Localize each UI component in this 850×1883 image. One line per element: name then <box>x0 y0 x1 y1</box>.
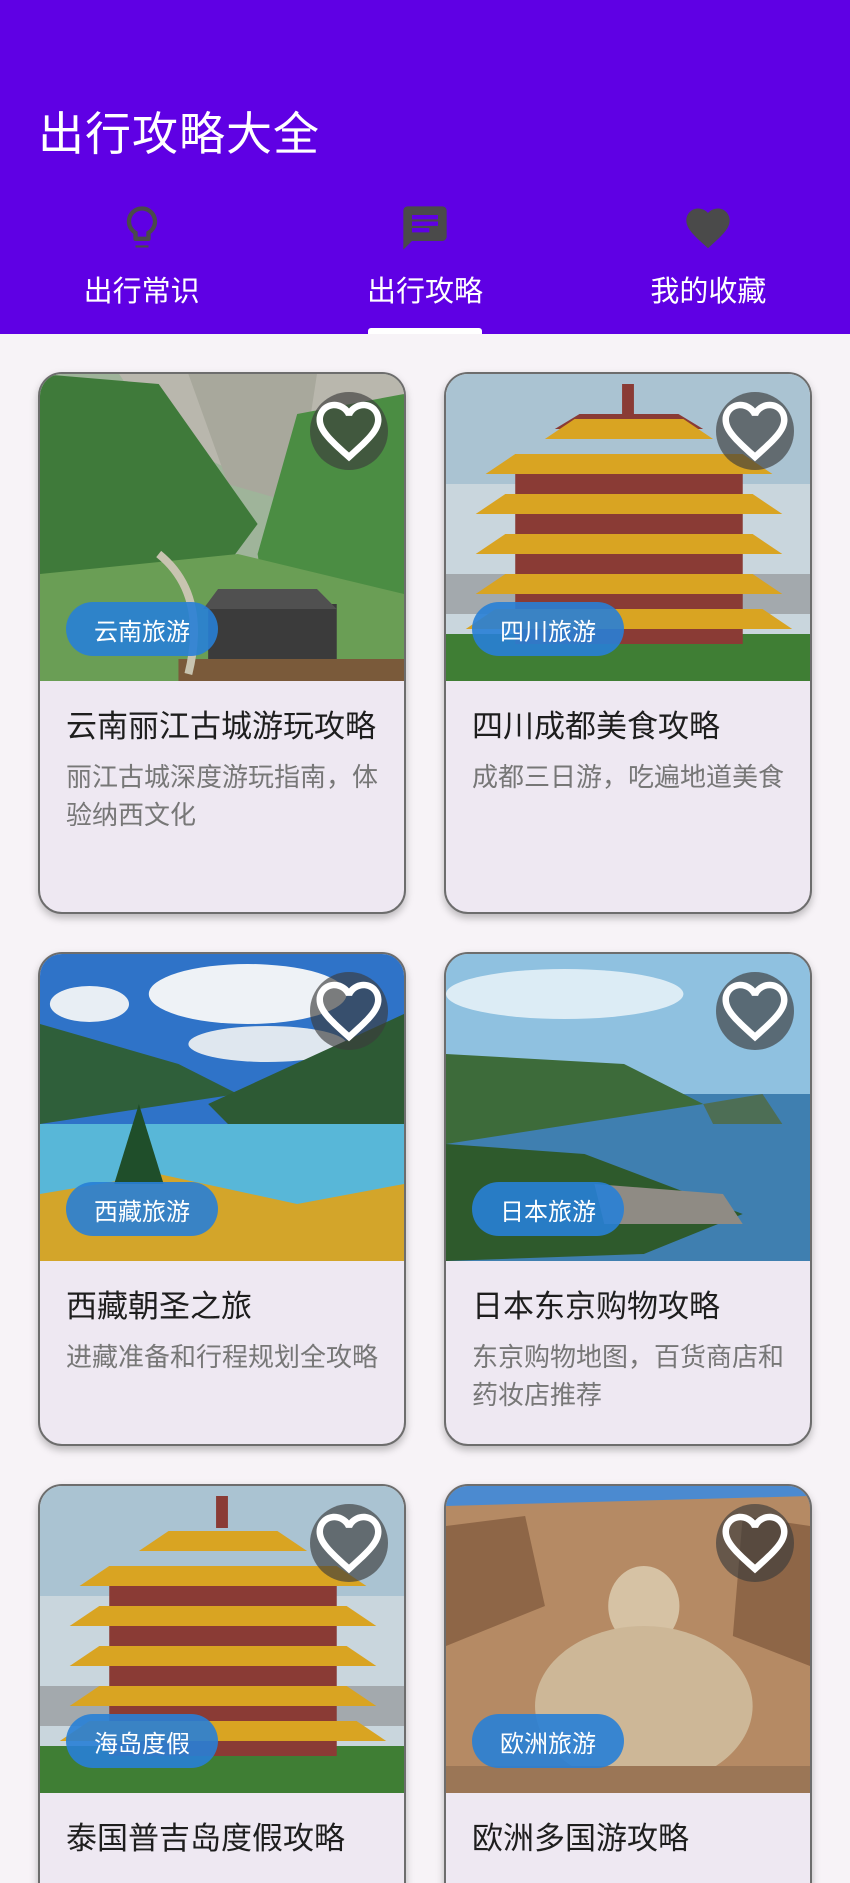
app-title: 出行攻略大全 <box>38 107 320 161</box>
category-chip: 欧洲旅游 <box>472 1714 624 1768</box>
tab-label: 出行攻略 <box>366 274 483 308</box>
favorite-button[interactable] <box>716 972 794 1050</box>
guide-image: 日本旅游 <box>446 954 810 1261</box>
guide-image: 海岛度假 <box>40 1486 404 1793</box>
guide-card[interactable]: 西藏旅游 西藏朝圣之旅 进藏准备和行程规划全攻略 <box>38 952 406 1446</box>
tab-my-favorites[interactable]: 我的收藏 <box>567 190 850 334</box>
tab-travel-tips[interactable]: 出行常识 <box>0 190 283 334</box>
guide-description: 丽江古城深度游玩指南，体验纳西文化 <box>66 763 379 831</box>
heart-outline-icon <box>722 1513 788 1574</box>
guide-card[interactable]: 海岛度假 泰国普吉岛度假攻略 <box>38 1484 406 1883</box>
tab-bar: 出行常识 出行攻略 我的收藏 <box>0 190 850 334</box>
tab-travel-guides[interactable]: 出行攻略 <box>283 190 566 334</box>
favorite-button[interactable] <box>716 1504 794 1582</box>
guide-card[interactable]: 云南旅游 云南丽江古城游玩攻略 丽江古城深度游玩指南，体验纳西文化 <box>38 372 406 914</box>
guide-title: 日本东京购物攻略 <box>472 1289 720 1325</box>
guide-title: 泰国普吉岛度假攻略 <box>66 1821 345 1857</box>
guide-card[interactable]: 四川旅游 四川成都美食攻略 成都三日游，吃遍地道美食 <box>444 372 812 914</box>
category-chip: 四川旅游 <box>472 602 624 656</box>
tab-label: 我的收藏 <box>650 274 767 308</box>
guide-card[interactable]: 欧洲旅游 欧洲多国游攻略 <box>444 1484 812 1883</box>
guide-image: 欧洲旅游 <box>446 1486 810 1793</box>
heart-icon <box>686 208 730 249</box>
guide-description: 东京购物地图，百货商店和药妆店推荐 <box>472 1343 785 1411</box>
favorite-button[interactable] <box>716 392 794 470</box>
guide-description: 进藏准备和行程规划全攻略 <box>66 1343 379 1373</box>
heart-outline-icon <box>722 401 788 462</box>
guide-image: 西藏旅游 <box>40 954 404 1261</box>
guide-description: 成都三日游，吃遍地道美食 <box>472 763 785 793</box>
guide-card[interactable]: 日本旅游 日本东京购物攻略 东京购物地图，百货商店和药妆店推荐 <box>444 952 812 1446</box>
heart-outline-icon <box>316 401 382 462</box>
heart-outline-icon <box>316 981 382 1042</box>
category-chip: 日本旅游 <box>472 1182 624 1236</box>
guide-image: 四川旅游 <box>446 374 810 681</box>
chat-icon <box>403 206 447 250</box>
category-chip: 西藏旅游 <box>66 1182 218 1236</box>
app-bar: 出行攻略大全 出行常识 出行攻略 我的收藏 <box>0 0 850 334</box>
guide-grid: 云南旅游 云南丽江古城游玩攻略 丽江古城深度游玩指南，体验纳西文化 四川旅游 四… <box>0 334 850 1883</box>
favorite-button[interactable] <box>310 392 388 470</box>
guide-title: 四川成都美食攻略 <box>472 709 720 745</box>
favorite-button[interactable] <box>310 972 388 1050</box>
heart-outline-icon <box>722 981 788 1042</box>
category-chip: 海岛度假 <box>66 1714 218 1768</box>
favorite-button[interactable] <box>310 1504 388 1582</box>
category-chip: 云南旅游 <box>66 602 218 656</box>
guide-title: 西藏朝圣之旅 <box>66 1289 252 1325</box>
heart-outline-icon <box>316 1513 382 1574</box>
tab-label: 出行常识 <box>83 274 200 308</box>
lightbulb-icon <box>126 206 157 248</box>
guide-title: 欧洲多国游攻略 <box>472 1821 689 1857</box>
guide-image: 云南旅游 <box>40 374 404 681</box>
guide-title: 云南丽江古城游玩攻略 <box>66 709 376 745</box>
